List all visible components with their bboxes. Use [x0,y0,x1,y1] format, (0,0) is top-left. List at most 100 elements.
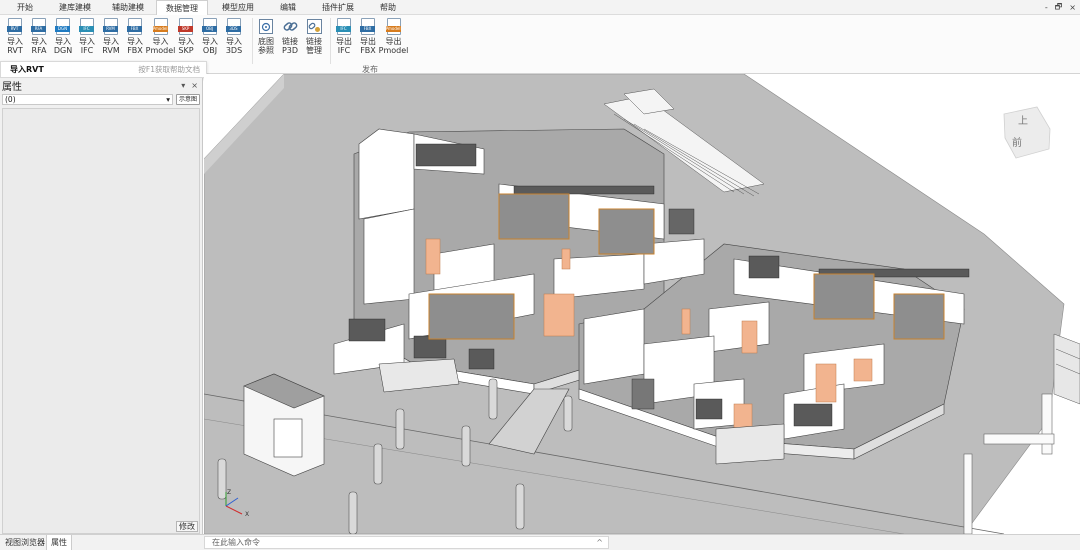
export-fbx-button[interactable]: FBX 导出 FBX [356,18,380,55]
button-label: IFC [80,46,94,55]
file-type-tag: OBJ [202,26,217,32]
button-label: RVT [7,46,23,55]
file-type-tag: SKP [178,26,193,32]
pin-icon[interactable]: ▾ [181,81,185,90]
button-label: RVM [102,46,120,55]
file-type-tag: IFC [336,26,351,32]
import-obj-button[interactable]: OBJ 导入 OBJ [198,18,222,55]
tab-properties[interactable]: 属性 [46,535,72,550]
import-group: RVT 导入 RVT RFA 导入 RFA DGN 导入 DGN IFC 导入 IFC RVM 导入 RVM… [3,18,246,55]
export-pmodel-button[interactable]: Pmodel 导出 Pmodel [378,18,409,55]
panel-selector-row: (0) ▾ 示意图 [0,92,202,107]
menu-tab-edit[interactable]: 编辑 [268,0,308,15]
button-label: RFA [31,46,47,55]
minimize-button[interactable]: - [1045,3,1048,12]
axis-x-label: X [245,511,249,518]
chevron-down-icon: ▾ [166,95,170,104]
import-rfa-button[interactable]: RFA 导入 RFA [27,18,51,55]
close-button[interactable]: × [1069,3,1076,12]
view-cube-front-label[interactable]: 前 [1012,136,1022,149]
base-map-reference-button[interactable]: 底图 参照 [254,18,278,55]
button-label: 参照 [258,46,274,55]
menu-tab-plugins[interactable]: 插件扩展 [308,0,368,15]
button-label: 导出 [336,37,352,46]
button-label: 导入 [103,37,119,46]
view-cube[interactable]: 上 前 [1003,106,1051,159]
menu-tab-help[interactable]: 帮助 [368,0,408,15]
link-p3d-button[interactable]: 链接 P3D [278,18,302,55]
view-cube-top-label[interactable]: 上 [1018,115,1028,127]
button-label: 链接 [306,37,322,46]
file-type-tag: Pmodel [152,26,168,32]
building-model: 上 前 Z X [204,74,1080,534]
file-type-tag: RFA [31,26,46,32]
command-placeholder: 在此输入命令 [212,538,260,547]
export-ifc-button[interactable]: IFC 导出 IFC [332,18,356,55]
menu-tab-start[interactable]: 开始 [0,0,50,15]
button-label: Pmodel [145,46,176,55]
button-label: 导入 [79,37,95,46]
button-label: 导入 [226,37,242,46]
button-label: FBX [360,46,376,55]
selector-value: (0) [5,95,16,104]
menu-tab-modeling[interactable]: 建库建模 [50,0,100,15]
button-label: DGN [53,46,73,55]
button-label: 3DS [225,46,243,55]
import-ifc-button[interactable]: IFC 导入 IFC [75,18,99,55]
element-selector[interactable]: (0) ▾ [2,94,173,105]
button-label: Pmodel [378,46,409,55]
import-3ds-button[interactable]: 3DS 导入 3DS [222,18,246,55]
tooltip-title: 导入RVT [10,65,44,74]
import-rvt-button[interactable]: RVT 导入 RVT [3,18,27,55]
import-fbx-button[interactable]: FBX 导入 FBX [123,18,147,55]
button-label: 导入 [55,37,71,46]
button-label: SKP [178,46,194,55]
export-group: IFC 导出 IFC FBX 导出 FBX Pmodel 导出 Pmodel [332,18,409,55]
file-rfa-icon: RFA [31,18,46,35]
button-label: 底图 [258,37,274,46]
file-type-tag: Pmodel [385,26,401,32]
link-manage-button[interactable]: 链接 管理 [302,18,326,55]
model-viewport[interactable]: 上 前 Z X [204,74,1080,534]
panel-close-icon[interactable]: × [191,81,198,90]
import-rvt-tooltip: 导入RVT 按F1获取帮助文档 [0,61,207,78]
properties-panel: 属性 ▾ × (0) ▾ 示意图 修改 [0,78,203,534]
button-label: 导出 [385,37,402,46]
import-pmodel-button[interactable]: Pmodel 导入 Pmodel [145,18,176,55]
menu-tab-data-management[interactable]: 数据管理 [156,0,208,15]
window-controls: - 🗗 × [1045,0,1076,15]
file-type-tag: 3DS [226,26,241,32]
file-3ds-icon: 3DS [226,18,241,35]
file-rvt-icon: RVT [7,18,22,35]
file-type-tag: FBX [360,26,375,32]
import-rvm-button[interactable]: RVM 导入 RVM [99,18,123,55]
button-label: IFC [337,46,351,55]
file-type-tag: FBX [127,26,142,32]
button-label: 导入 [7,37,23,46]
button-label: 导入 [31,37,47,46]
menu-bar: 开始 建库建模 辅助建模 数据管理 模型应用 编辑 插件扩展 帮助 - 🗗 × [0,0,1080,15]
file-fbx-icon: FBX [127,18,142,35]
button-label: 导入 [127,37,143,46]
import-dgn-button[interactable]: DGN 导入 DGN [51,18,75,55]
import-skp-button[interactable]: SKP 导入 SKP [174,18,198,55]
diagram-button[interactable]: 示意图 [176,94,200,105]
panel-title: 属性 [2,81,22,93]
menu-tab-aux-modeling[interactable]: 辅助建模 [100,0,156,15]
link-icon [283,22,297,31]
file-obj-icon: OBJ [202,18,217,35]
file-type-tag: RVM [103,26,118,32]
button-label: P3D [281,46,299,55]
ribbon-divider [330,18,331,64]
button-label: FBX [127,46,143,55]
menu-tab-model-application[interactable]: 模型应用 [208,0,268,15]
button-label: 导出 [360,37,376,46]
tab-view-browser[interactable]: 视图浏览器 [1,535,49,550]
file-rvm-icon: RVM [103,18,118,35]
chevron-up-icon[interactable]: ^ [596,537,603,548]
command-input[interactable]: 在此输入命令 ^ [204,536,609,549]
reference-group: 底图 参照 链接 P3D 链接 管理 [254,18,326,55]
modify-button[interactable]: 修改 [176,521,198,532]
button-label: 导入 [152,37,169,46]
restore-button[interactable]: 🗗 [1055,1,1063,15]
